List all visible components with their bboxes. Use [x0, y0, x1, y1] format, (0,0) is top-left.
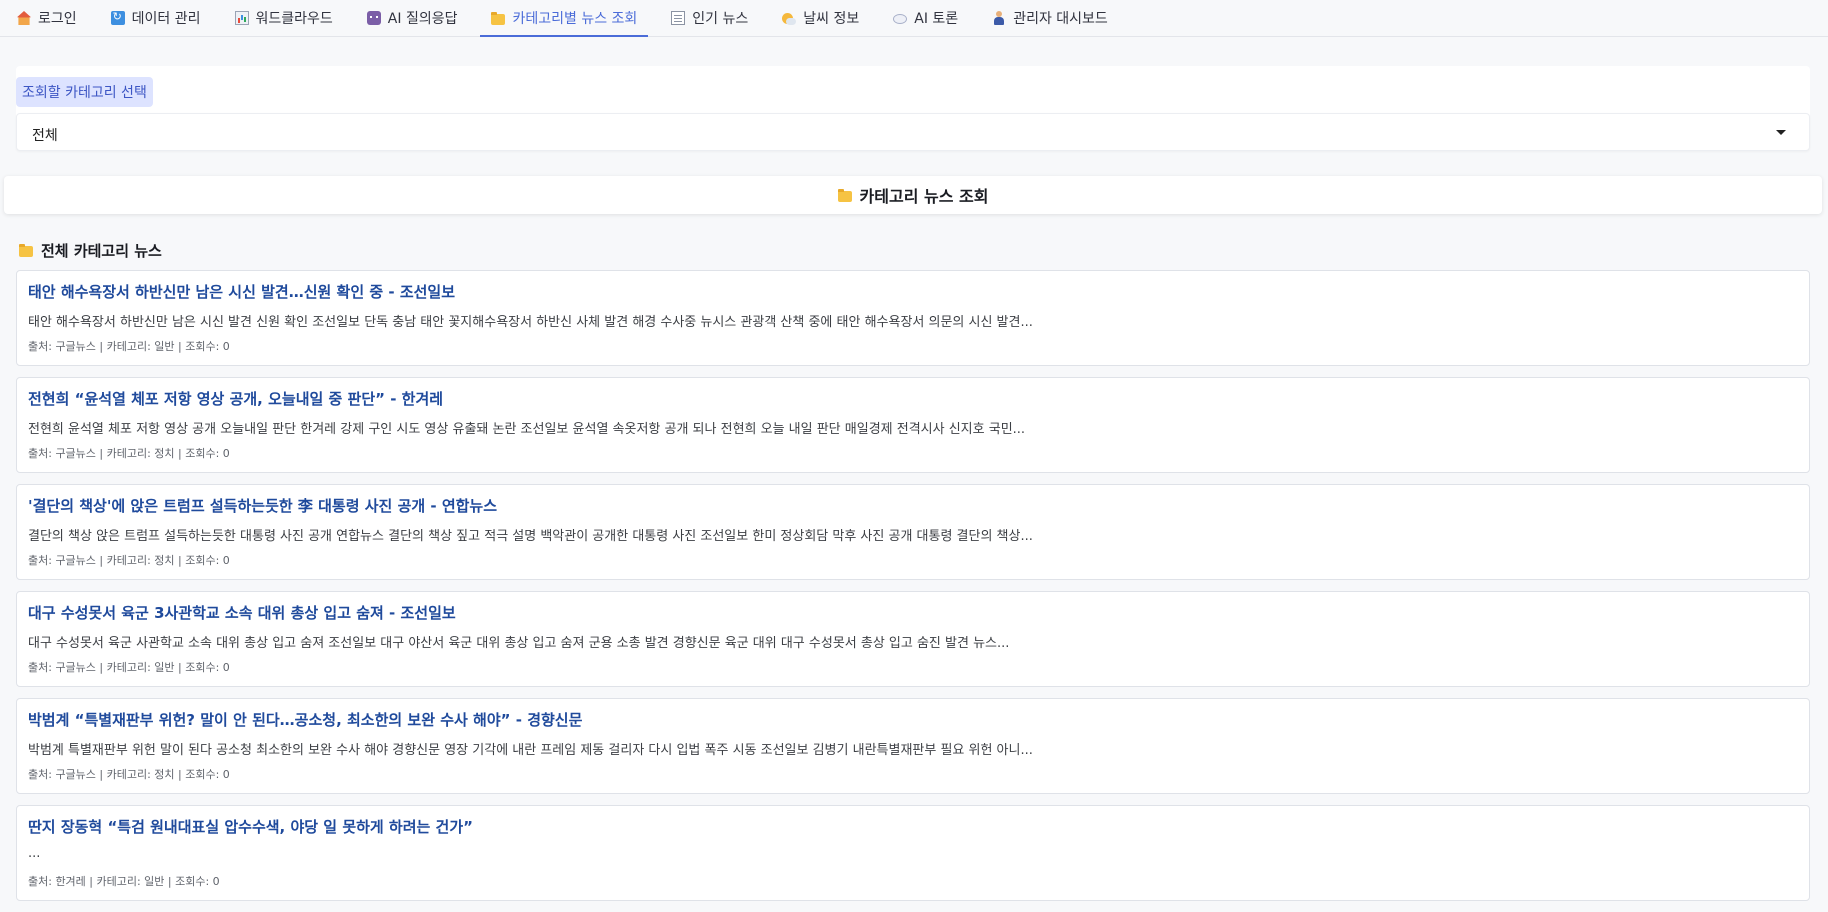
house-icon: [17, 11, 31, 25]
tab-label: 인기 뉴스: [692, 11, 749, 27]
weather-icon: [782, 12, 797, 25]
page-title: 카테고리 뉴스 조회: [859, 187, 989, 206]
news-card: 박범계 “특별재판부 위헌? 말이 안 된다…공소청, 최소한의 보완 수사 해…: [16, 698, 1810, 794]
tab-weather[interactable]: 날씨 정보: [771, 0, 870, 36]
category-select-value: 전체: [32, 128, 58, 144]
news-title-link[interactable]: 박범계 “특별재판부 위헌? 말이 안 된다…공소청, 최소한의 보완 수사 해…: [28, 709, 582, 730]
category-select[interactable]: 전체: [16, 113, 1810, 151]
refresh-icon: [110, 10, 125, 25]
news-meta: 출처: 구글뉴스 | 카테고리: 일반 | 조회수: 0: [28, 340, 230, 353]
tab-label: 관리자 대시보드: [1013, 11, 1108, 27]
news-title-link[interactable]: 딴지 장동혁 “특검 원내대표실 압수수색, 야당 일 못하게 하려는 건가”: [28, 816, 473, 837]
tab-label: 데이터 관리: [131, 11, 201, 27]
news-summary: 박범계 특별재판부 위헌 말이 된다 공소청 최소한의 보완 수사 해야 경향신…: [28, 743, 1033, 758]
section-title: 전체 카테고리 뉴스: [41, 242, 162, 260]
tab-label: 워드클라우드: [255, 11, 333, 27]
news-title-link[interactable]: 대구 수성못서 육군 3사관학교 소속 대위 총상 입고 숨져 - 조선일보: [28, 602, 456, 623]
news-title-link[interactable]: 태안 해수욕장서 하반신만 남은 시신 발견…신원 확인 중 - 조선일보: [28, 281, 455, 302]
tab-popular-news[interactable]: 인기 뉴스: [660, 0, 759, 36]
page-header-card: 카테고리 뉴스 조회: [4, 176, 1822, 214]
tab-label: AI 질의응답: [387, 11, 458, 27]
bar-chart-icon: [234, 11, 249, 25]
news-summary: 대구 수성못서 육군 사관학교 소속 대위 총상 입고 숨져 조선일보 대구 야…: [28, 636, 1010, 651]
news-meta: 출처: 한겨레 | 카테고리: 일반 | 조회수: 0: [28, 875, 220, 888]
news-meta: 출처: 구글뉴스 | 카테고리: 정치 | 조회수: 0: [28, 768, 230, 781]
news-list: 태안 해수욕장서 하반신만 남은 시신 발견…신원 확인 중 - 조선일보 태안…: [16, 270, 1810, 912]
admin-person-icon: [992, 11, 1006, 25]
tab-category-news[interactable]: 카테고리별 뉴스 조회: [480, 0, 649, 37]
section-heading: 전체 카테고리 뉴스: [19, 240, 162, 261]
news-meta: 출처: 구글뉴스 | 카테고리: 일반 | 조회수: 0: [28, 661, 230, 674]
category-select-label: 조회할 카테고리 선택: [16, 77, 153, 107]
news-title-link[interactable]: 전현희 “윤석열 체포 저항 영상 공개, 오늘내일 중 판단” - 한겨레: [28, 388, 443, 409]
tab-data-management[interactable]: 데이터 관리: [100, 0, 212, 36]
news-summary: 결단의 책상 앉은 트럼프 설득하는듯한 대통령 사진 공개 연합뉴스 결단의 …: [28, 529, 1033, 544]
news-card: 딴지 장동혁 “특검 원내대표실 압수수색, 야당 일 못하게 하려는 건가” …: [16, 805, 1810, 901]
news-card: 전현희 “윤석열 체포 저항 영상 공개, 오늘내일 중 판단” - 한겨레 전…: [16, 377, 1810, 473]
tab-wordcloud[interactable]: 워드클라우드: [224, 0, 344, 36]
news-card: '결단의 책상'에 앉은 트럼프 설득하는듯한 李 대통령 사진 공개 - 연합…: [16, 484, 1810, 580]
tab-admin-dashboard[interactable]: 관리자 대시보드: [981, 0, 1119, 36]
tab-label: 날씨 정보: [803, 11, 860, 27]
tab-ai-debate[interactable]: AI 토론: [882, 0, 969, 36]
tab-label: AI 토론: [914, 11, 959, 27]
news-title-link[interactable]: '결단의 책상'에 앉은 트럼프 설득하는듯한 李 대통령 사진 공개 - 연합…: [28, 495, 497, 516]
tab-login[interactable]: 로그인: [6, 0, 88, 36]
tab-ai-qa[interactable]: AI 질의응답: [356, 0, 469, 36]
news-summary: 전현희 윤석열 체포 저항 영상 공개 오늘내일 판단 한겨레 강제 구인 시도…: [28, 422, 1026, 437]
tab-label: 로그인: [38, 11, 77, 27]
category-select-panel: 조회할 카테고리 선택 전체: [16, 66, 1810, 151]
robot-icon: [366, 11, 381, 25]
speech-bubble-icon: [893, 14, 908, 24]
newspaper-icon: [671, 11, 686, 25]
news-card: 대구 수성못서 육군 3사관학교 소속 대위 총상 입고 숨져 - 조선일보 대…: [16, 591, 1810, 687]
folder-icon: [19, 244, 33, 257]
news-meta: 출처: 구글뉴스 | 카테고리: 정치 | 조회수: 0: [28, 447, 230, 460]
news-summary: ...: [28, 846, 41, 861]
news-meta: 출처: 구글뉴스 | 카테고리: 정치 | 조회수: 0: [28, 554, 230, 567]
news-card: 태안 해수욕장서 하반신만 남은 시신 발견…신원 확인 중 - 조선일보 태안…: [16, 270, 1810, 366]
folder-icon: [491, 11, 506, 25]
tab-label: 카테고리별 뉴스 조회: [512, 11, 638, 27]
tab-bar: 로그인 데이터 관리 워드클라우드 AI 질의응답 카테고리별 뉴스 조회 인기…: [0, 0, 1828, 37]
folder-icon: [837, 188, 852, 202]
chevron-down-icon[interactable]: [1776, 130, 1786, 135]
news-summary: 태안 해수욕장서 하반신만 남은 시신 발견 신원 확인 조선일보 단독 충남 …: [28, 315, 1033, 330]
